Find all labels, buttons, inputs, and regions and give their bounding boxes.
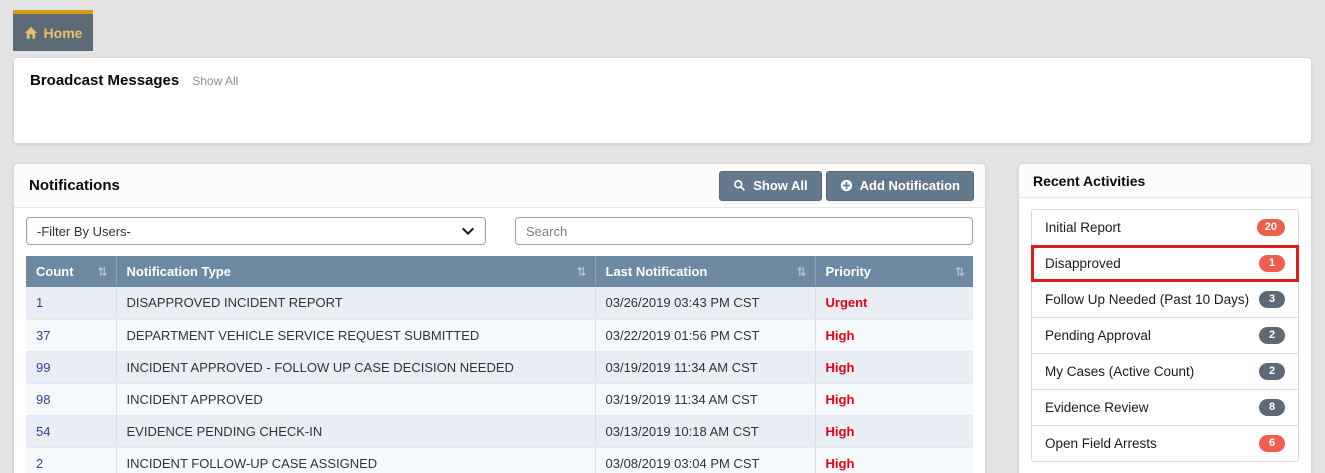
- count-badge: 8: [1259, 399, 1285, 416]
- plus-circle-icon: [840, 179, 853, 192]
- notification-type-cell: EVIDENCE PENDING CHECK-IN: [116, 415, 595, 447]
- activity-label: Follow Up Needed (Past 10 Days): [1045, 292, 1249, 307]
- last-notification-cell: 03/19/2019 11:34 AM CST: [595, 383, 815, 415]
- broadcast-show-all-link[interactable]: Show All: [192, 74, 238, 88]
- activity-label: Initial Report: [1045, 220, 1121, 235]
- count-link[interactable]: 98: [26, 383, 116, 415]
- add-notification-button-label: Add Notification: [860, 178, 960, 193]
- notifications-body: -Filter By Users- Count⇅ Notification Ty…: [14, 208, 985, 473]
- count-badge: 6: [1259, 435, 1285, 452]
- sort-icon: ⇅: [97, 265, 107, 279]
- table-row: 37 DEPARTMENT VEHICLE SERVICE REQUEST SU…: [26, 319, 973, 351]
- table-header-row: Count⇅ Notification Type⇅ Last Notificat…: [26, 256, 973, 287]
- activity-label: Pending Approval: [1045, 328, 1151, 343]
- activity-item-follow-up-needed[interactable]: Follow Up Needed (Past 10 Days) 3: [1031, 281, 1299, 318]
- count-link[interactable]: 54: [26, 415, 116, 447]
- count-badge: 2: [1259, 327, 1285, 344]
- sort-icon: ⇅: [576, 265, 586, 279]
- count-badge: 3: [1259, 291, 1285, 308]
- column-header-notification-type[interactable]: Notification Type⇅: [116, 256, 595, 287]
- add-notification-button[interactable]: Add Notification: [826, 171, 974, 201]
- priority-cell: High: [815, 447, 973, 473]
- notifications-actions: Show All Add Notification: [719, 171, 974, 201]
- recent-activities-header: Recent Activities: [1019, 164, 1311, 198]
- filter-by-users-select[interactable]: -Filter By Users-: [26, 217, 486, 245]
- activity-item-disapproved[interactable]: Disapproved 1: [1031, 245, 1299, 282]
- search-input[interactable]: [515, 217, 973, 245]
- priority-cell: High: [815, 319, 973, 351]
- table-row: 99 INCIDENT APPROVED - FOLLOW UP CASE DE…: [26, 351, 973, 383]
- search-icon: [733, 179, 746, 192]
- notifications-panel: Notifications Show All Add Notification …: [13, 163, 986, 473]
- notifications-table-body: 1 DISAPPROVED INCIDENT REPORT 03/26/2019…: [26, 287, 973, 473]
- count-badge: 20: [1257, 219, 1285, 236]
- activity-item-my-cases[interactable]: My Cases (Active Count) 2: [1031, 353, 1299, 390]
- notification-type-cell: INCIDENT APPROVED: [116, 383, 595, 415]
- priority-cell: High: [815, 383, 973, 415]
- broadcast-messages-header: Broadcast Messages Show All: [14, 58, 1311, 97]
- column-header-count[interactable]: Count⇅: [26, 256, 116, 287]
- table-row: 54 EVIDENCE PENDING CHECK-IN 03/13/2019 …: [26, 415, 973, 447]
- notification-type-cell: DEPARTMENT VEHICLE SERVICE REQUEST SUBMI…: [116, 319, 595, 351]
- priority-cell: High: [815, 415, 973, 447]
- notifications-controls: -Filter By Users-: [26, 217, 973, 245]
- activity-label: My Cases (Active Count): [1045, 364, 1194, 379]
- priority-cell: Urgent: [815, 287, 973, 319]
- activity-item-evidence-review[interactable]: Evidence Review 8: [1031, 389, 1299, 426]
- notification-type-cell: DISAPPROVED INCIDENT REPORT: [116, 287, 595, 319]
- notifications-table: Count⇅ Notification Type⇅ Last Notificat…: [26, 256, 973, 473]
- count-badge: 1: [1259, 255, 1285, 272]
- recent-activities-list: Initial Report 20 Disapproved 1 Follow U…: [1031, 209, 1299, 462]
- notifications-title: Notifications: [29, 177, 120, 194]
- tab-home[interactable]: Home: [13, 10, 93, 51]
- count-badge: 2: [1259, 363, 1285, 380]
- show-all-button[interactable]: Show All: [719, 171, 821, 201]
- activity-label: Disapproved: [1045, 256, 1121, 271]
- recent-activities-title: Recent Activities: [1033, 173, 1145, 189]
- last-notification-cell: 03/22/2019 01:56 PM CST: [595, 319, 815, 351]
- count-link[interactable]: 1: [26, 287, 116, 319]
- recent-activities-panel: Recent Activities Initial Report 20 Disa…: [1018, 163, 1312, 473]
- sort-icon: ⇅: [955, 265, 965, 279]
- activity-item-open-field-arrests[interactable]: Open Field Arrests 6: [1031, 425, 1299, 462]
- notification-type-cell: INCIDENT APPROVED - FOLLOW UP CASE DECIS…: [116, 351, 595, 383]
- broadcast-messages-panel: Broadcast Messages Show All: [13, 57, 1312, 144]
- last-notification-cell: 03/26/2019 03:43 PM CST: [595, 287, 815, 319]
- home-icon: [24, 26, 38, 40]
- last-notification-cell: 03/08/2019 03:04 PM CST: [595, 447, 815, 473]
- notifications-header: Notifications Show All Add Notification: [14, 164, 985, 208]
- table-row: 2 INCIDENT FOLLOW-UP CASE ASSIGNED 03/08…: [26, 447, 973, 473]
- count-link[interactable]: 99: [26, 351, 116, 383]
- filter-by-users-value: -Filter By Users-: [37, 224, 131, 239]
- last-notification-cell: 03/13/2019 10:18 AM CST: [595, 415, 815, 447]
- column-header-priority[interactable]: Priority⇅: [815, 256, 973, 287]
- column-header-last-notification[interactable]: Last Notification⇅: [595, 256, 815, 287]
- activity-label: Evidence Review: [1045, 400, 1149, 415]
- activity-item-initial-report[interactable]: Initial Report 20: [1031, 209, 1299, 246]
- activity-item-pending-approval[interactable]: Pending Approval 2: [1031, 317, 1299, 354]
- last-notification-cell: 03/19/2019 11:34 AM CST: [595, 351, 815, 383]
- notification-type-cell: INCIDENT FOLLOW-UP CASE ASSIGNED: [116, 447, 595, 473]
- broadcast-messages-title: Broadcast Messages: [30, 72, 179, 89]
- priority-cell: High: [815, 351, 973, 383]
- chevron-down-icon: [461, 224, 475, 238]
- tab-home-label: Home: [44, 25, 83, 41]
- count-link[interactable]: 2: [26, 447, 116, 473]
- count-link[interactable]: 37: [26, 319, 116, 351]
- show-all-button-label: Show All: [753, 178, 807, 193]
- table-row: 98 INCIDENT APPROVED 03/19/2019 11:34 AM…: [26, 383, 973, 415]
- table-row: 1 DISAPPROVED INCIDENT REPORT 03/26/2019…: [26, 287, 973, 319]
- sort-icon: ⇅: [796, 265, 806, 279]
- activity-label: Open Field Arrests: [1045, 436, 1157, 451]
